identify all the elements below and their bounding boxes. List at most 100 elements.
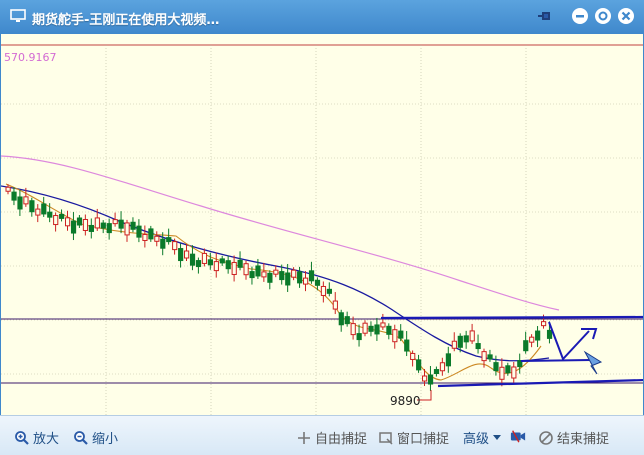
candle-body: [493, 362, 499, 372]
candle-body: [195, 260, 202, 268]
candle-body: [53, 215, 59, 226]
candle-body: [231, 261, 237, 275]
candle-body: [178, 248, 184, 262]
candle-body: [11, 191, 17, 201]
candle-body: [279, 271, 285, 281]
candle-body: [338, 312, 344, 326]
candle-body: [368, 325, 374, 332]
annotation-top-line: [380, 315, 643, 320]
annotation-mid-line: [520, 359, 592, 362]
candle-body: [297, 271, 303, 284]
candle-body: [273, 269, 279, 275]
candle-body: [142, 233, 148, 241]
candle-body: [166, 237, 172, 243]
candle-body: [41, 203, 47, 215]
close-button[interactable]: [616, 6, 636, 26]
ma-long-line: [1, 155, 560, 311]
zoom-in-button[interactable]: 放大: [14, 428, 59, 447]
candle-body: [546, 329, 553, 339]
candle-body: [261, 271, 267, 278]
candle-body: [523, 340, 529, 352]
candle-body: [487, 354, 493, 360]
candle-body: [267, 272, 273, 283]
candle-body: [541, 321, 547, 327]
candle-body: [213, 261, 219, 272]
candle-body: [207, 259, 214, 266]
monitor-icon: [10, 9, 26, 22]
candle-body: [112, 219, 118, 225]
candle-body: [76, 217, 83, 226]
candle-body: [499, 366, 505, 380]
candle-body: [88, 224, 95, 232]
candle-body: [386, 325, 392, 335]
candle-body: [314, 279, 321, 286]
candle-body: [445, 353, 451, 367]
candle-body: [416, 359, 422, 371]
candle-body: [29, 200, 35, 213]
zoom-out-button[interactable]: 缩小: [73, 428, 118, 447]
zoom-in-icon: [15, 430, 29, 445]
candle-body: [172, 241, 178, 251]
video-camera-icon: [510, 430, 526, 443]
candle-body: [47, 211, 53, 218]
free-capture-button[interactable]: 自由捕捉: [296, 428, 367, 447]
top-price-label: 570.9167: [4, 51, 57, 64]
window-capture-label: 窗口捕捉: [397, 432, 450, 447]
advanced-dropdown[interactable]: 高级: [463, 428, 502, 447]
candle-body: [118, 219, 124, 229]
annotation-zigzag: [548, 321, 590, 361]
candle-body: [332, 300, 338, 310]
candle-body: [427, 374, 434, 385]
crosshair-icon: [298, 431, 310, 444]
candle-body: [219, 258, 225, 264]
candle-body: [225, 260, 231, 270]
candle-body: [392, 329, 398, 343]
candle-body: [124, 222, 130, 236]
candle-body: [350, 323, 356, 336]
window-capture-icon: [379, 431, 393, 445]
candle-body: [344, 316, 350, 325]
maximize-button[interactable]: [593, 6, 613, 26]
candle-body: [82, 218, 89, 231]
candle-body: [184, 250, 190, 259]
candle-body: [380, 322, 386, 328]
zoom-in-label: 放大: [33, 432, 60, 447]
candle-body: [249, 271, 255, 279]
candle-body: [529, 336, 535, 343]
candle-body: [23, 196, 29, 205]
candle-body: [255, 265, 261, 277]
minimize-button[interactable]: [570, 6, 590, 26]
candle-body: [410, 352, 416, 360]
candle-body: [106, 223, 112, 234]
candle-body: [160, 238, 166, 249]
candle-body: [303, 277, 309, 285]
window-capture-button[interactable]: 窗口捕捉: [378, 428, 449, 447]
end-capture-label: 结束捕捉: [557, 432, 610, 447]
candle-body: [469, 330, 475, 342]
candle-body: [130, 221, 136, 230]
title-bar: 期货舵手-王刚正在使用大视频…: [0, 0, 644, 34]
candle-body: [374, 324, 380, 335]
candle-body: [326, 288, 332, 294]
candle-body: [100, 222, 106, 229]
free-capture-label: 自由捕捉: [315, 432, 368, 447]
candle-body: [404, 339, 410, 352]
candle-body: [243, 263, 249, 276]
pin-icon[interactable]: [534, 6, 554, 26]
candle-body: [505, 365, 511, 374]
zoom-out-icon: [74, 430, 88, 445]
candlestick-chart: [1, 44, 643, 415]
capture-area[interactable]: 570.9167 9890: [0, 34, 644, 415]
end-capture-button[interactable]: 结束捕捉: [538, 428, 609, 447]
record-button[interactable]: [510, 428, 529, 444]
candle-body: [362, 322, 368, 334]
candle-body: [433, 369, 440, 375]
candle-body: [189, 253, 196, 266]
candle-body: [439, 362, 446, 372]
candle-body: [237, 259, 243, 268]
candle-body: [70, 220, 77, 234]
candle-body: [35, 208, 41, 216]
candle-body: [481, 351, 487, 362]
advanced-label: 高级: [463, 432, 490, 447]
candle-body: [291, 269, 297, 278]
